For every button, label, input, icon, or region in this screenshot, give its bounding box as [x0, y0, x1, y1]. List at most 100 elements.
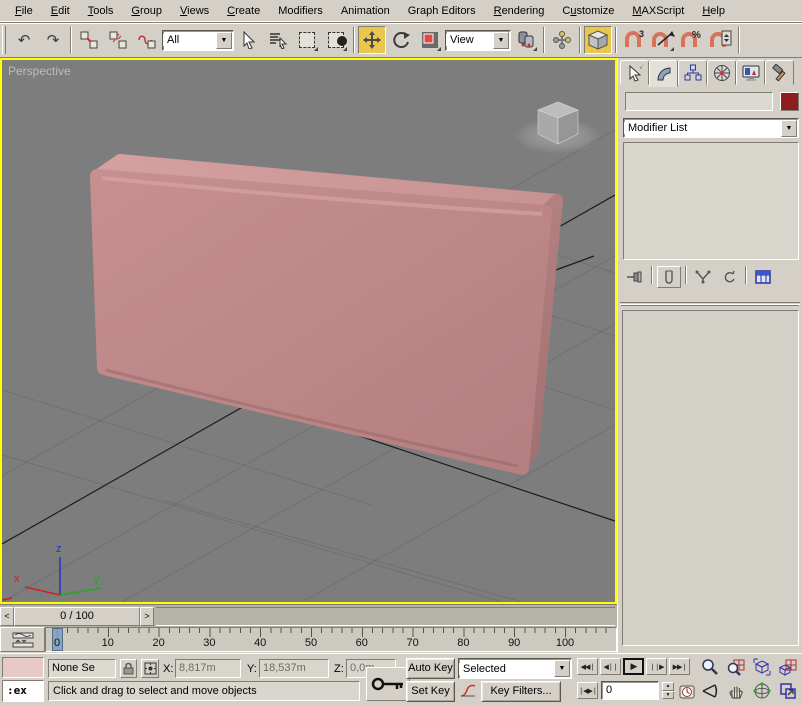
play-button[interactable]: ▶: [623, 658, 644, 675]
menu-file[interactable]: File: [6, 2, 42, 20]
box-object[interactable]: [90, 154, 563, 475]
select-and-scale-button[interactable]: [416, 26, 444, 54]
svg-text:%: %: [692, 30, 701, 41]
snap-toggle-3d-button[interactable]: 3: [620, 26, 648, 54]
object-name-field[interactable]: [625, 92, 773, 111]
go-to-end-button[interactable]: ▶▶❘: [669, 658, 690, 675]
tab-modify[interactable]: [649, 60, 678, 87]
menu-create[interactable]: Create: [218, 2, 269, 20]
time-configuration-button[interactable]: [677, 681, 697, 700]
set-keys-button[interactable]: [366, 667, 410, 701]
pan-button[interactable]: [724, 680, 748, 701]
menu-modifiers[interactable]: Modifiers: [269, 2, 332, 20]
unlink-icon: [109, 31, 127, 49]
tab-motion[interactable]: [707, 60, 736, 85]
configure-modifier-sets-button[interactable]: [751, 266, 775, 288]
spinner-snap-toggle-button[interactable]: [707, 26, 735, 54]
viewport-label[interactable]: Perspective: [8, 64, 71, 78]
selection-status-field: None Se: [48, 659, 116, 678]
menu-edit[interactable]: Edit: [42, 2, 79, 20]
rectangular-selection-region-button[interactable]: [293, 26, 321, 54]
field-of-view-button[interactable]: [698, 680, 722, 701]
toolbar-drag-handle[interactable]: [2, 26, 6, 54]
key-filters-button[interactable]: Key Filters...: [481, 681, 561, 702]
zoom-extents-all-button[interactable]: [776, 656, 800, 677]
use-pivot-point-center-button[interactable]: [512, 26, 540, 54]
next-frame-arrow-button[interactable]: >: [140, 606, 154, 626]
remove-modifier-button[interactable]: [717, 266, 741, 288]
perspective-viewport[interactable]: z x y Perspective: [0, 58, 617, 604]
zoom-all-button[interactable]: [724, 656, 748, 677]
tab-display[interactable]: [736, 60, 765, 85]
menu-rendering[interactable]: Rendering: [485, 2, 554, 20]
zoom-button[interactable]: [698, 656, 722, 677]
select-by-name-button[interactable]: [264, 26, 292, 54]
menu-views[interactable]: Views: [171, 2, 218, 20]
reference-coordinate-system-dropdown[interactable]: View ▼: [445, 29, 511, 51]
tab-hierarchy[interactable]: [678, 60, 707, 85]
menu-group[interactable]: Group: [122, 2, 171, 20]
show-end-result-button[interactable]: [657, 266, 681, 288]
auto-key-button[interactable]: Auto Key: [406, 658, 455, 679]
trackbar-tick-60: 60: [355, 637, 368, 649]
set-key-button[interactable]: Set Key: [406, 681, 455, 702]
redo-button[interactable]: ↷: [39, 26, 67, 54]
open-mini-curve-editor-button[interactable]: [0, 627, 45, 652]
spinner-up-icon[interactable]: ▲: [662, 682, 674, 691]
selection-filter-dropdown[interactable]: All ▼: [162, 29, 234, 51]
selection-lock-toggle-button[interactable]: [120, 659, 137, 678]
go-to-start-button[interactable]: ◀◀❘: [577, 658, 598, 675]
zoom-extents-button[interactable]: [750, 656, 774, 677]
timeline-ruler[interactable]: 0 10 20 30 40 50 60 70 80 90 100: [45, 627, 617, 652]
maxscript-mini-listener[interactable]: :ex: [2, 680, 44, 702]
spinner-down-icon[interactable]: ▼: [662, 690, 674, 699]
angle-snap-toggle-button[interactable]: [649, 26, 677, 54]
modifier-list-dropdown[interactable]: Modifier List ▼: [623, 118, 799, 138]
default-in-out-tangents-button[interactable]: [458, 681, 478, 700]
previous-frame-arrow-button[interactable]: <: [0, 606, 14, 626]
time-slider-track[interactable]: [156, 606, 615, 626]
select-and-rotate-button[interactable]: [387, 26, 415, 54]
time-slider-button[interactable]: 0 / 100: [14, 606, 140, 626]
viewport-canvas: z x y: [2, 101, 615, 602]
menu-customize[interactable]: Customize: [553, 2, 623, 20]
menu-help[interactable]: Help: [693, 2, 734, 20]
object-color-swatch[interactable]: [780, 92, 799, 111]
pin-stack-button[interactable]: [623, 266, 647, 288]
tab-create[interactable]: [620, 60, 649, 85]
percent-snap-toggle-button[interactable]: %: [678, 26, 706, 54]
snaps-toggle-button[interactable]: [584, 26, 612, 54]
menu-graph-editors[interactable]: Graph Editors: [399, 2, 485, 20]
hierarchy-tab-icon: [684, 64, 701, 80]
key-mode-toggle-button[interactable]: ❘◀▶❘: [577, 682, 598, 699]
y-coordinate-field[interactable]: 18,537m: [259, 659, 329, 678]
maximize-viewport-toggle-button[interactable]: [776, 680, 800, 701]
make-unique-button[interactable]: [691, 266, 715, 288]
select-and-move-button[interactable]: [358, 26, 386, 54]
previous-frame-button[interactable]: ◀❘❘: [600, 658, 621, 675]
window-crossing-toggle-button[interactable]: [322, 26, 350, 54]
current-frame-field[interactable]: 0: [601, 681, 659, 700]
x-coordinate-field[interactable]: 8,817m: [175, 659, 241, 678]
maxscript-macro-recorder-line[interactable]: [2, 657, 44, 678]
unlink-selection-button[interactable]: [104, 26, 132, 54]
undo-button[interactable]: ↶: [10, 26, 38, 54]
rollout-area[interactable]: [622, 310, 799, 646]
absolute-mode-transform-type-in-button[interactable]: [141, 659, 159, 678]
key-mode-icon: ❘◀▶❘: [578, 687, 597, 695]
select-object-button[interactable]: [235, 26, 263, 54]
bind-to-space-warp-button[interactable]: [133, 26, 161, 54]
modifier-stack-list[interactable]: [623, 142, 799, 260]
menu-tools[interactable]: Tools: [79, 2, 123, 20]
tab-utilities[interactable]: [765, 60, 794, 85]
next-frame-button[interactable]: ❘❘▶: [646, 658, 667, 675]
select-and-link-button[interactable]: [75, 26, 103, 54]
menu-animation[interactable]: Animation: [332, 2, 399, 20]
menu-maxscript[interactable]: MAXScript: [623, 2, 693, 20]
arc-rotate-button[interactable]: [750, 680, 774, 701]
key-mode-dropdown[interactable]: Selected ▼: [458, 658, 572, 679]
viewcube[interactable]: [514, 101, 602, 154]
frame-spinner[interactable]: ▲ ▼: [662, 682, 674, 699]
move-icon: [363, 31, 381, 49]
select-and-manipulate-button[interactable]: [548, 26, 576, 54]
